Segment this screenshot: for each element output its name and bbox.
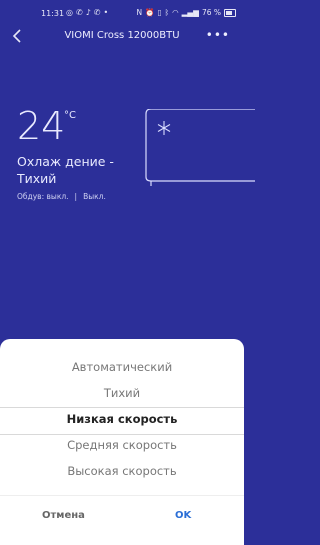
snowflake-icon [157, 121, 171, 135]
signal-icon: ▂▄▆ [181, 8, 199, 17]
status-system-icons: N ⏰ ▯ ᛒ ◠ ▂▄▆ 76 % [136, 8, 236, 17]
battery-percent: 76 % [201, 8, 221, 17]
blow-status: Обдув: выкл. | Выкл. [17, 192, 106, 201]
cancel-button[interactable]: Отмена [42, 510, 85, 521]
status-notification-icons: ◎ ✆ ♪ ✆ • [66, 8, 108, 17]
bell-icon: ♪ [85, 8, 91, 17]
alarm-icon: ⏰ [145, 8, 155, 17]
blow-label: Обдув: выкл. [17, 192, 69, 201]
vibrate-icon: ▯ [157, 8, 162, 17]
status-bar: 11:31 ◎ ✆ ♪ ✆ • N ⏰ ▯ ᛒ ◠ ▂▄▆ 76 % [0, 0, 244, 26]
blow-state: Выкл. [83, 192, 106, 201]
wifi-icon: ◠ [172, 8, 179, 17]
phone-icon: ✆ [75, 8, 83, 17]
air-conditioner-illustration [145, 109, 255, 186]
more-options-icon[interactable]: ••• [206, 28, 230, 42]
whatsapp-icon: ◎ [66, 8, 73, 17]
option-auto[interactable]: Автоматический [0, 360, 244, 374]
option-low-speed[interactable]: Низкая скорость [0, 412, 244, 426]
ok-button[interactable]: OK [175, 510, 191, 521]
battery-icon [224, 8, 236, 17]
bluetooth-icon: ᛒ [164, 8, 170, 17]
dot-icon: • [103, 8, 109, 17]
status-time: 11:31 [41, 9, 65, 18]
app-header: VIOMI Cross 12000BTU ••• [0, 26, 244, 48]
separator: | [74, 192, 78, 201]
sheet-footer: Отмена OK [0, 495, 244, 536]
nfc-icon: N [136, 8, 143, 17]
option-high-speed[interactable]: Высокая скорость [0, 464, 244, 478]
temperature-value: 24 [17, 104, 66, 148]
temperature-unit: °C [64, 110, 76, 121]
option-quiet[interactable]: Тихий [0, 386, 244, 400]
mode-label: Охлаж дение - Тихий [17, 154, 114, 186]
option-medium-speed[interactable]: Средняя скорость [0, 438, 244, 452]
viber-icon: ✆ [93, 8, 101, 17]
